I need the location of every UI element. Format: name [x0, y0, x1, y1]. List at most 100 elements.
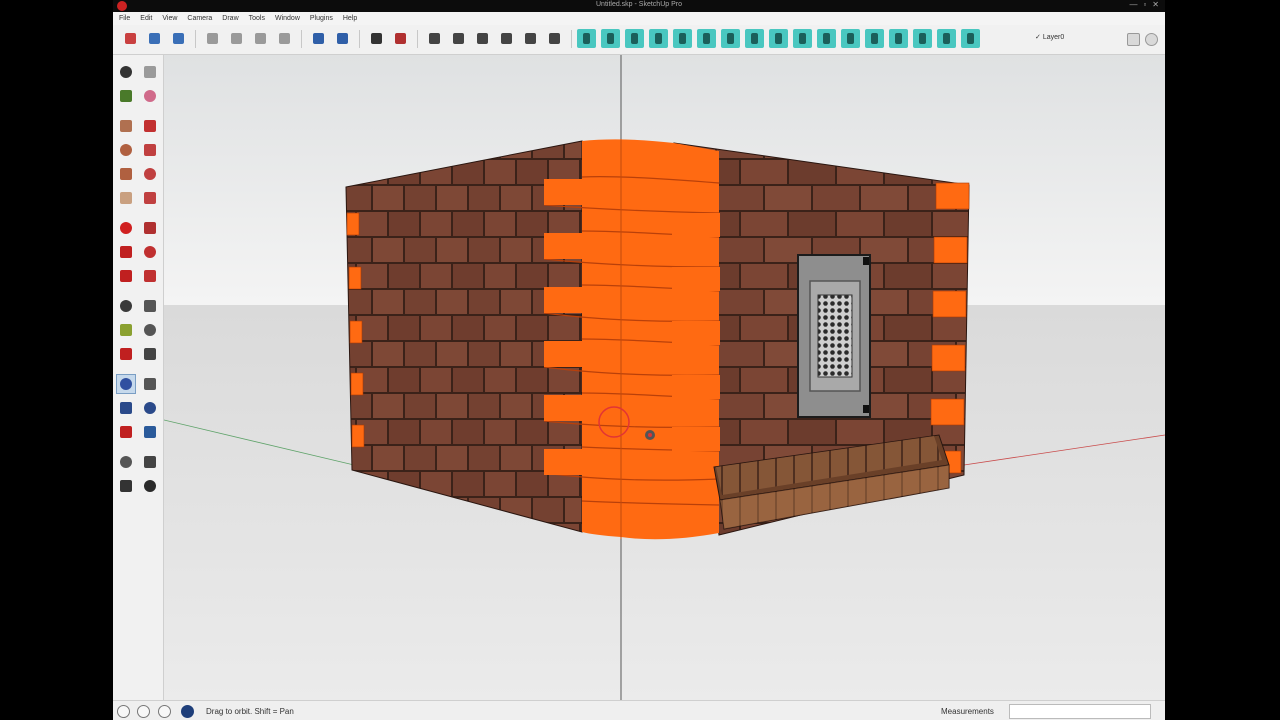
select-icon[interactable] [117, 63, 135, 81]
pan-icon[interactable] [141, 375, 159, 393]
print-icon[interactable] [367, 29, 386, 48]
sandbox-16-icon[interactable] [937, 29, 956, 48]
look-around-icon[interactable] [141, 453, 159, 471]
3d-text-icon[interactable] [141, 345, 159, 363]
open-icon[interactable] [145, 29, 164, 48]
push-pull-icon[interactable] [141, 219, 159, 237]
sandbox-4-icon[interactable] [649, 29, 668, 48]
cut-icon[interactable] [203, 29, 222, 48]
close-button[interactable]: ✕ [1152, 0, 1159, 9]
iso-view-icon[interactable] [425, 29, 444, 48]
sandbox-13-icon[interactable] [865, 29, 884, 48]
toolbar-separator [195, 30, 196, 48]
sandbox-9-icon[interactable] [769, 29, 788, 48]
rectangle-icon[interactable] [117, 117, 135, 135]
menu-file[interactable]: File [119, 15, 130, 22]
sandbox-1-icon[interactable] [577, 29, 596, 48]
layer-indicator[interactable]: ✓ Layer0 [1035, 33, 1064, 41]
front-view-icon[interactable] [473, 29, 492, 48]
top-view-glyph [453, 33, 464, 44]
settings-icon[interactable] [1141, 29, 1160, 48]
scale-icon[interactable] [117, 267, 135, 285]
sandbox-15-icon[interactable] [913, 29, 932, 48]
protractor-icon[interactable] [117, 321, 135, 339]
user-icon[interactable] [158, 705, 171, 718]
top-view-icon[interactable] [449, 29, 468, 48]
line-icon[interactable] [141, 117, 159, 135]
save-icon[interactable] [169, 29, 188, 48]
orbit-icon[interactable] [116, 374, 136, 394]
maximize-button[interactable]: ▫ [1143, 0, 1146, 9]
menu-tools[interactable]: Tools [249, 15, 265, 22]
follow-me-icon[interactable] [141, 243, 159, 261]
eraser-icon[interactable] [141, 87, 159, 105]
menu-edit[interactable]: Edit [140, 15, 152, 22]
measurements-field[interactable] [1009, 704, 1151, 719]
undo-icon[interactable] [309, 29, 328, 48]
layer-menu-button[interactable] [1123, 29, 1142, 48]
circle-icon[interactable] [117, 141, 135, 159]
text-icon[interactable] [141, 321, 159, 339]
axes-icon[interactable] [117, 345, 135, 363]
copy-icon[interactable] [227, 29, 246, 48]
sandbox-2-icon[interactable] [601, 29, 620, 48]
paste-icon[interactable] [251, 29, 270, 48]
sandbox-17-glyph [967, 33, 974, 44]
minimize-button[interactable]: — [1129, 0, 1137, 9]
menu-window[interactable]: Window [275, 15, 300, 22]
sandbox-3-icon[interactable] [625, 29, 644, 48]
credits-icon[interactable] [137, 705, 150, 718]
left-view-icon[interactable] [545, 29, 564, 48]
redo-icon[interactable] [333, 29, 352, 48]
freehand-icon[interactable] [141, 141, 159, 159]
line-glyph [144, 120, 156, 132]
pie-icon[interactable] [117, 189, 135, 207]
tape-measure-icon[interactable] [117, 297, 135, 315]
paste-glyph [255, 33, 266, 44]
two-point-arc-icon[interactable] [141, 189, 159, 207]
sandbox-6-icon[interactable] [697, 29, 716, 48]
right-view-icon[interactable] [497, 29, 516, 48]
rotate-icon[interactable] [117, 243, 135, 261]
zoom-window-icon[interactable] [141, 399, 159, 417]
sandbox-14-icon[interactable] [889, 29, 908, 48]
previous-view-icon[interactable] [141, 423, 159, 441]
sandbox-7-icon[interactable] [721, 29, 740, 48]
menu-camera[interactable]: Camera [187, 15, 212, 22]
move-icon[interactable] [117, 219, 135, 237]
scene-canvas[interactable] [164, 55, 1165, 700]
instructor-icon[interactable] [181, 705, 194, 718]
sandbox-8-icon[interactable] [745, 29, 764, 48]
zoom-icon[interactable] [117, 399, 135, 417]
paint-bucket-icon[interactable] [117, 87, 135, 105]
sandbox-5-icon[interactable] [673, 29, 692, 48]
menu-plugins[interactable]: Plugins [310, 15, 333, 22]
zoom-extents-icon[interactable] [117, 423, 135, 441]
sketchup-window: Untitled.skp - SketchUp Pro — ▫ ✕ File E… [113, 0, 1165, 720]
section-plane-icon[interactable] [141, 477, 159, 495]
dimension-icon[interactable] [141, 297, 159, 315]
offset-icon[interactable] [141, 267, 159, 285]
back-view-icon[interactable] [521, 29, 540, 48]
component-icon[interactable] [141, 63, 159, 81]
3d-viewport[interactable] [164, 55, 1165, 700]
push-pull-glyph [144, 222, 156, 234]
sandbox-14-glyph [895, 33, 902, 44]
geo-location-icon[interactable] [117, 705, 130, 718]
erase-icon[interactable] [275, 29, 294, 48]
menu-help[interactable]: Help [343, 15, 357, 22]
sandbox-17-icon[interactable] [961, 29, 980, 48]
sandbox-10-icon[interactable] [793, 29, 812, 48]
sandbox-12-icon[interactable] [841, 29, 860, 48]
tape-measure-glyph [120, 300, 132, 312]
menu-view[interactable]: View [162, 15, 177, 22]
model-info-icon[interactable] [391, 29, 410, 48]
new-icon[interactable] [121, 29, 140, 48]
polygon-icon[interactable] [117, 165, 135, 183]
sandbox-11-icon[interactable] [817, 29, 836, 48]
menu-draw[interactable]: Draw [222, 15, 238, 22]
arc-icon[interactable] [141, 165, 159, 183]
walk-icon[interactable] [117, 477, 135, 495]
position-camera-icon[interactable] [117, 453, 135, 471]
move-glyph [120, 222, 132, 234]
